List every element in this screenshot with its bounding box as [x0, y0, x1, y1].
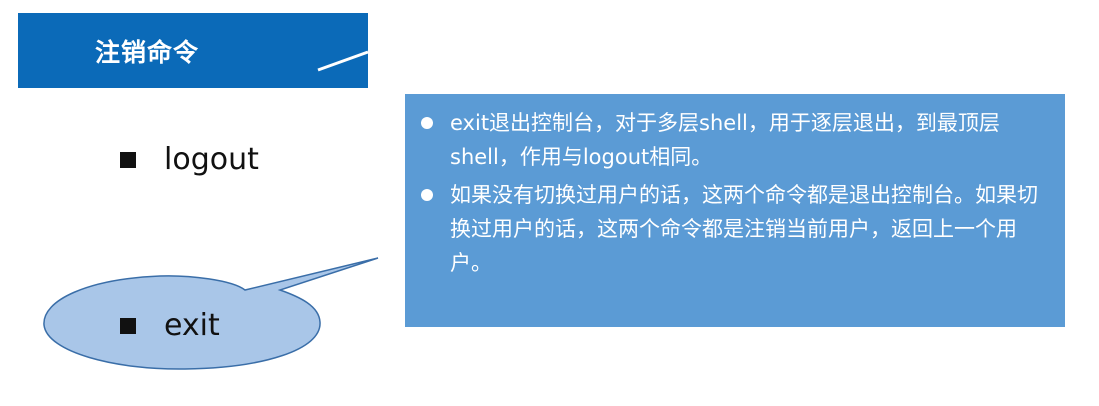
list-item: 如果没有切换过用户的话，这两个命令都是退出控制台。如果切换过用户的话，这两个命令…: [421, 178, 1049, 280]
list-item: exit退出控制台，对于多层shell，用于逐层退出，到最顶层shell，作用与…: [421, 106, 1049, 174]
title-bar: 注销命令: [18, 13, 368, 88]
command-item-exit: exit: [120, 308, 220, 343]
bullet-text: 如果没有切换过用户的话，这两个命令都是退出控制台。如果切换过用户的话，这两个命令…: [450, 183, 1038, 275]
page-title: 注销命令: [94, 37, 199, 67]
info-box: exit退出控制台，对于多层shell，用于逐层退出，到最顶层shell，作用与…: [405, 94, 1065, 327]
command-item-logout: logout: [120, 142, 259, 177]
bullet-dot-icon: [421, 189, 433, 201]
square-bullet-icon: [120, 317, 136, 334]
bullet-text: exit退出控制台，对于多层shell，用于逐层退出，到最顶层shell，作用与…: [450, 111, 1000, 169]
command-label: logout: [164, 142, 259, 177]
square-bullet-icon: [120, 151, 136, 168]
command-label: exit: [164, 308, 220, 343]
bullet-dot-icon: [421, 117, 433, 129]
